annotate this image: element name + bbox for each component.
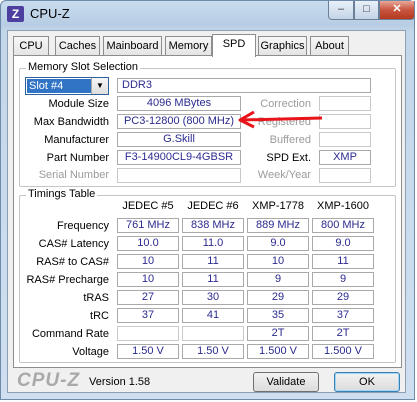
timings-col-jedec6: JEDEC #6 [187,200,239,212]
timing-cell: 1.500 V [312,344,374,359]
spd-ext-field: XMP [319,150,371,165]
cpuz-brand-logo: CPU-Z [17,370,81,391]
annotation-arrow-icon [238,111,323,129]
timing-cell: 11.0 [182,236,244,251]
timing-cell: 11 [182,272,244,287]
timing-cell: 9 [247,272,309,287]
module-size-field: 4096 MBytes [117,96,241,111]
serial-number-field [117,168,241,183]
timing-cell: 2T [312,326,374,341]
timing-cell: 2T [247,326,309,341]
timing-cell: 10.0 [117,236,179,251]
serial-number-label: Serial Number [38,169,109,181]
tab-cpu[interactable]: CPU [13,36,49,56]
timing-cell: 11 [312,254,374,269]
part-number-label: Part Number [46,152,109,164]
tab-about[interactable]: About [310,36,349,56]
memory-slot-group-title: Memory Slot Selection [26,61,141,73]
timings-col-xmp1778: XMP-1778 [252,200,304,212]
close-button[interactable]: ✕ [379,1,415,20]
timing-cell: 761 MHz [117,218,179,233]
tab-memory[interactable]: Memory [165,36,212,56]
maximize-button[interactable]: □ [354,1,379,20]
manufacturer-label: Manufacturer [44,134,109,146]
timing-row-label: RAS# to CAS# [36,256,109,268]
timing-cell: 27 [117,290,179,305]
timing-cell: 800 MHz [312,218,374,233]
timing-cell: 889 MHz [247,218,309,233]
timing-row-label: tRC [90,310,109,322]
spd-ext-label: SPD Ext. [266,152,311,164]
slot-select-value: Slot #4 [27,79,93,93]
slot-select[interactable]: Slot #4 ▼ [25,77,109,95]
timing-row-label: tRAS [83,292,109,304]
timing-cell: 37 [117,308,179,323]
week-year-field [319,168,371,183]
timing-cell: 30 [182,290,244,305]
timing-cell: 9 [312,272,374,287]
part-number-field: F3-14900CL9-4GBSR [117,150,241,165]
manufacturer-field: G.Skill [117,132,241,147]
timing-cell: 37 [312,308,374,323]
ok-button[interactable]: OK [334,372,400,392]
minimize-button[interactable]: – [328,1,354,20]
timing-cell: 29 [312,290,374,305]
title-bar[interactable]: Z CPU-Z – □ ✕ [1,1,415,27]
timing-row-label: RAS# Precharge [26,274,109,286]
timing-cell: 1.50 V [117,344,179,359]
tab-graphics[interactable]: Graphics [258,36,307,56]
buffered-field [319,132,371,147]
timing-cell: 10 [247,254,309,269]
buffered-label: Buffered [269,134,311,146]
window-title: CPU-Z [30,6,70,21]
timing-cell: 9.0 [312,236,374,251]
timing-row-label: Command Rate [31,328,109,340]
timing-cell: 11 [182,254,244,269]
week-year-label: Week/Year [257,169,311,181]
timing-cell: 10 [117,272,179,287]
timing-row-label: CAS# Latency [38,238,109,250]
max-bandwidth-label: Max Bandwidth [33,116,109,128]
timing-cell: 10 [117,254,179,269]
chevron-down-icon[interactable]: ▼ [91,78,108,94]
timing-row-label: Voltage [72,346,109,358]
timing-cell [182,326,244,341]
version-label: Version 1.58 [89,376,151,388]
timing-cell: 838 MHz [182,218,244,233]
timing-cell: 35 [247,308,309,323]
memory-type-field-display: DDR3 [117,78,371,93]
timings-group-title: Timings Table [26,188,98,200]
timings-col-xmp1600: XMP-1600 [317,200,369,212]
timing-cell: 29 [247,290,309,305]
max-bandwidth-field: PC3-12800 (800 MHz) [117,114,241,129]
timings-col-jedec5: JEDEC #5 [122,200,174,212]
timing-row-label: Frequency [57,220,109,232]
tab-mainboard[interactable]: Mainboard [103,36,162,56]
module-size-label: Module Size [48,98,109,110]
correction-field [319,96,371,111]
timing-cell: 1.50 V [182,344,244,359]
validate-button[interactable]: Validate [253,372,319,392]
timing-cell: 1.500 V [247,344,309,359]
registered-field [319,114,371,129]
timing-cell: 41 [182,308,244,323]
timing-cell: 9.0 [247,236,309,251]
tab-caches[interactable]: Caches [55,36,100,56]
timing-cell [117,326,179,341]
correction-label: Correction [260,98,311,110]
tab-spd[interactable]: SPD [212,34,256,57]
cpuz-app-icon: Z [7,6,24,22]
